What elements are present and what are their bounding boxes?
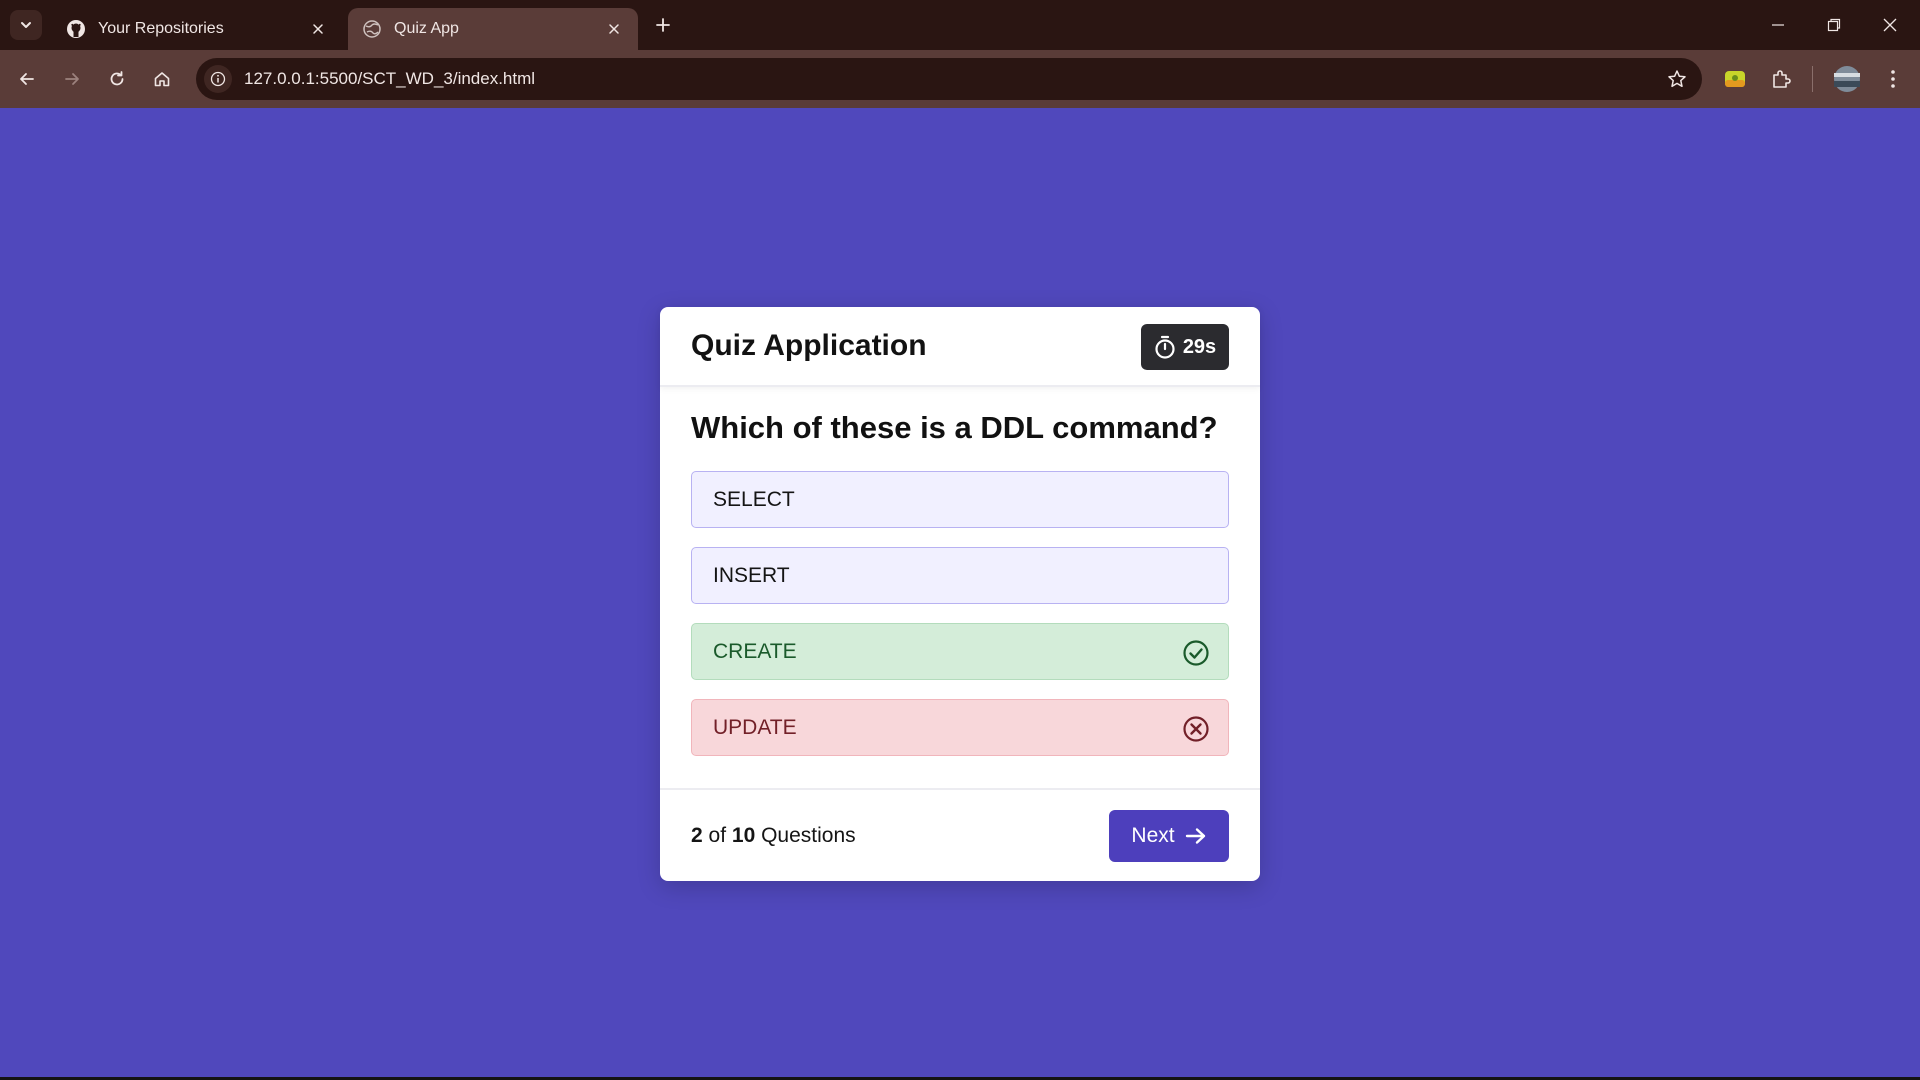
- x-circle-icon: [1183, 716, 1209, 742]
- answer-label: SELECT: [713, 487, 795, 511]
- bookmark-star-icon[interactable]: [1660, 62, 1694, 96]
- back-button[interactable]: [10, 62, 44, 96]
- browser-tabstrip: Your Repositories Quiz App: [0, 0, 1920, 50]
- question-text: Which of these is a DDL command?: [691, 410, 1218, 445]
- check-circle-icon: [1183, 640, 1209, 666]
- close-tab-icon[interactable]: [308, 19, 328, 39]
- address-bar[interactable]: 127.0.0.1:5500/SCT_WD_3/index.html: [196, 58, 1702, 100]
- tab-your-repositories[interactable]: Your Repositories: [52, 8, 342, 50]
- arrow-right-icon: [1185, 828, 1205, 844]
- answer-label: CREATE: [713, 639, 797, 663]
- plus-icon: [656, 18, 670, 32]
- restore-button[interactable]: [1806, 0, 1862, 50]
- puzzle-piece-icon[interactable]: [1764, 62, 1798, 96]
- quiz-header: Quiz Application 29s: [660, 307, 1260, 387]
- minimize-icon: [1772, 24, 1784, 26]
- progress-of-text: of: [708, 824, 727, 847]
- answer-label: UPDATE: [713, 715, 797, 739]
- arrow-right-icon: [65, 73, 79, 85]
- close-tab-icon[interactable]: [604, 19, 624, 39]
- question-progress: 2 of 10 Questions: [691, 824, 856, 848]
- progress-suffix: Questions: [761, 824, 856, 847]
- timer-value: 29s: [1182, 335, 1217, 358]
- close-icon: [1883, 18, 1897, 32]
- tab-title: Quiz App: [394, 20, 459, 37]
- close-window-button[interactable]: [1862, 0, 1918, 50]
- chevron-down-icon: [21, 22, 31, 28]
- answer-option-correct[interactable]: CREATE: [691, 623, 1229, 680]
- home-icon: [154, 72, 170, 87]
- tab-search-button[interactable]: [10, 10, 42, 40]
- quiz-footer: 2 of 10 Questions Next: [660, 788, 1260, 881]
- current-question-number: 2: [691, 824, 703, 847]
- reload-button[interactable]: [100, 62, 134, 96]
- github-icon: [66, 19, 86, 39]
- url-text[interactable]: 127.0.0.1:5500/SCT_WD_3/index.html: [244, 69, 1660, 89]
- kebab-menu-icon: [1891, 70, 1895, 88]
- answer-option[interactable]: INSERT: [691, 547, 1229, 604]
- browser-toolbar: 127.0.0.1:5500/SCT_WD_3/index.html: [0, 50, 1920, 108]
- answer-label: INSERT: [713, 563, 790, 587]
- new-tab-button[interactable]: [650, 12, 676, 38]
- tab-quiz-app[interactable]: Quiz App: [348, 8, 638, 50]
- minimize-button[interactable]: [1750, 0, 1806, 50]
- next-button[interactable]: Next: [1109, 810, 1229, 862]
- page-title: Quiz Application: [691, 329, 927, 362]
- forward-button[interactable]: [55, 62, 89, 96]
- restore-icon: [1827, 18, 1841, 32]
- timer-badge: 29s: [1141, 324, 1229, 370]
- site-info-icon[interactable]: [204, 65, 232, 93]
- toolbar-divider: [1812, 66, 1813, 92]
- answer-option-wrong[interactable]: UPDATE: [691, 699, 1229, 756]
- reload-icon: [110, 71, 124, 86]
- stopwatch-icon: [1155, 335, 1175, 359]
- browser-menu-button[interactable]: [1876, 62, 1910, 96]
- profile-avatar[interactable]: [1830, 62, 1864, 96]
- arrow-left-icon: [20, 73, 34, 85]
- total-questions-number: 10: [731, 824, 756, 847]
- tab-title: Your Repositories: [98, 20, 224, 37]
- globe-icon: [362, 19, 382, 39]
- answer-option[interactable]: SELECT: [691, 471, 1229, 528]
- quiz-card: Quiz Application 29s Which of these is a…: [660, 307, 1260, 881]
- extension-icon[interactable]: [1718, 62, 1752, 96]
- next-button-label: Next: [1131, 824, 1175, 847]
- home-button[interactable]: [145, 62, 179, 96]
- answer-options: SELECT INSERT CREATE UPDATE: [691, 471, 1229, 775]
